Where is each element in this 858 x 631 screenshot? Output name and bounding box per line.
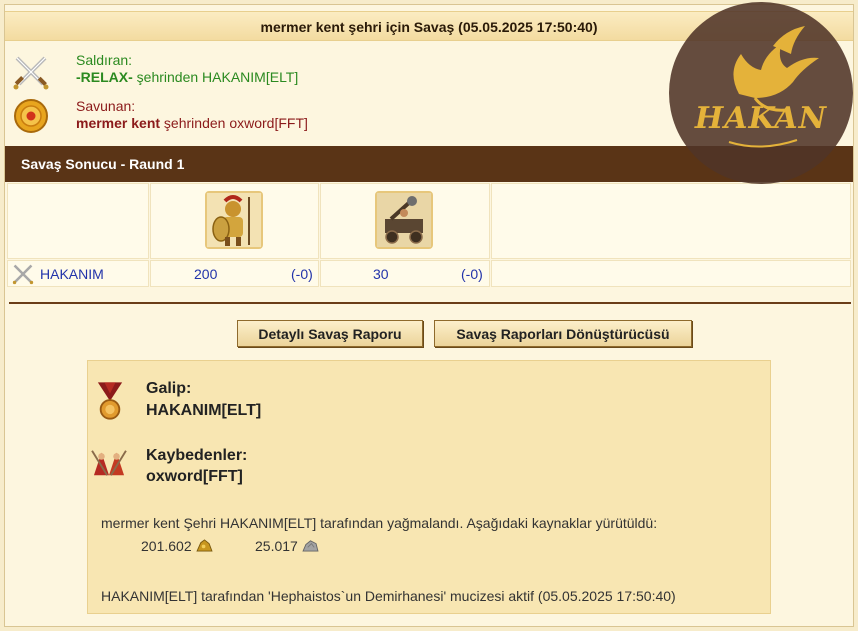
attacker-origin: -RELAX- şehrinden HAKANIM[ELT] <box>76 69 298 85</box>
winner-name: HAKANIM[ELT] <box>146 402 262 419</box>
watermark-text: HAKAN <box>694 101 828 136</box>
crossed-swords-small-icon <box>12 264 34 285</box>
unit-cell-catapult <box>320 183 490 259</box>
winner-label: Galip: <box>146 380 192 397</box>
losers-name: oxword[FFT] <box>146 468 243 485</box>
losers-label: Kaybedenler: <box>146 447 248 464</box>
round-stats-row: HAKANIM 200 (-0) 30 (-0) <box>7 260 851 287</box>
phoenix-icon <box>728 26 819 148</box>
hoplite-loss: (-0) <box>291 266 313 282</box>
attacker-role-label: Saldıran: <box>76 52 133 68</box>
hoplite-unit-icon[interactable] <box>205 191 263 249</box>
stone-amount: 25.017 <box>255 538 298 554</box>
catapult-count: 30 <box>373 266 389 282</box>
defender-origin: mermer kent şehrinden oxword[FFT] <box>76 115 308 131</box>
defeated-soldiers-icon <box>91 450 127 476</box>
wonder-text: HAKANIM[ELT] tarafından 'Hephaistos`un D… <box>101 588 676 604</box>
detailed-report-button[interactable]: Detaylı Savaş Raporu <box>237 320 423 347</box>
battle-result-box: Galip: HAKANIM[ELT] Kaybedenler: oxword[… <box>87 360 771 614</box>
empty-stats-cell <box>491 260 851 287</box>
defender-role-label: Savunan: <box>76 98 136 114</box>
resource-gold: 201.602 <box>141 538 213 554</box>
empty-header-cell <box>7 183 149 259</box>
stone-icon <box>302 540 319 552</box>
catapult-loss: (-0) <box>461 266 483 282</box>
section-divider <box>9 302 851 304</box>
round-player-link[interactable]: HAKANIM <box>40 266 104 282</box>
gold-amount: 201.602 <box>141 538 192 554</box>
unit-cell-hoplite <box>150 183 319 259</box>
attacker-city-link[interactable]: -RELAX- <box>76 69 133 85</box>
shield-icon <box>14 99 48 133</box>
medal-icon <box>97 382 123 420</box>
catapult-stats-cell: 30 (-0) <box>320 260 490 287</box>
resource-stone: 25.017 <box>255 538 319 554</box>
crossed-swords-icon <box>13 56 49 90</box>
defender-player-text: şehrinden oxword[FFT] <box>160 115 308 131</box>
plunder-text: mermer kent Şehri HAKANIM[ELT] tarafında… <box>101 515 658 531</box>
player-cell: HAKANIM <box>7 260 149 287</box>
gold-icon <box>195 539 213 552</box>
unit-icons-row <box>7 183 851 259</box>
hoplite-stats-cell: 200 (-0) <box>150 260 319 287</box>
catapult-unit-icon[interactable] <box>375 191 433 249</box>
report-converter-button[interactable]: Savaş Raporları Dönüştürücüsü <box>434 320 692 347</box>
attacker-player-text: şehrinden HAKANIM[ELT] <box>132 69 299 85</box>
hakan-watermark-logo: HAKAN <box>669 2 853 184</box>
defender-city-link[interactable]: mermer kent <box>76 115 160 131</box>
hoplite-count: 200 <box>194 266 218 282</box>
empty-unit-cell <box>491 183 851 259</box>
